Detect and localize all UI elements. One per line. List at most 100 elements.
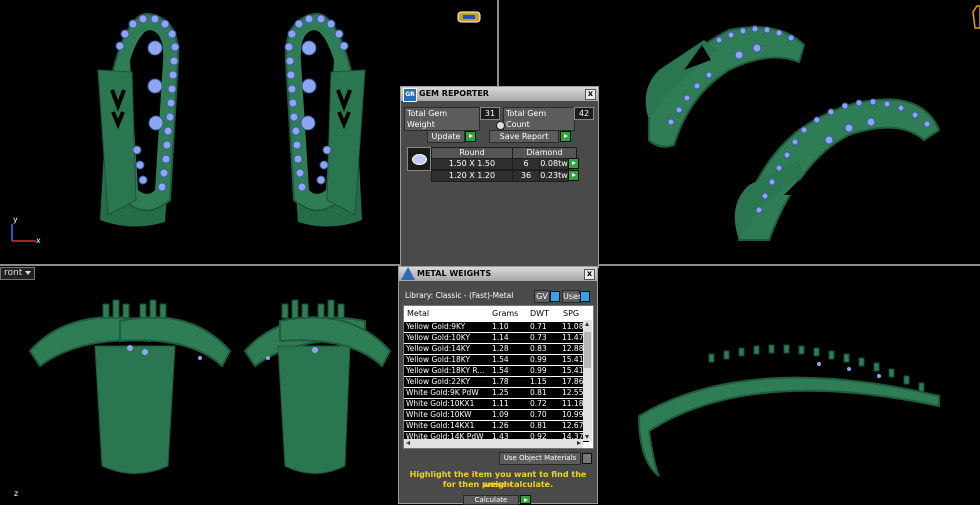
metal-spg: 17.86	[562, 377, 584, 386]
metal-column-header[interactable]: Metal	[407, 308, 429, 320]
axis-triad-icon	[11, 224, 36, 242]
metal-weights-title-bar[interactable]: METAL WEIGHTS x	[399, 267, 597, 281]
calculate-go-icon[interactable]	[520, 495, 531, 504]
gem-table: Round Diamond 1.50 X 1.50 6 0.08tw 1.20 …	[407, 147, 593, 187]
gem-row-2-size[interactable]: 1.20 X 1.20	[431, 170, 513, 182]
metal-spg: 11.18	[562, 399, 584, 408]
table-row[interactable]: Yellow Gold:18KY R... 1.54 0.99 15.41	[404, 366, 589, 376]
metal-spg: 12.67	[562, 421, 584, 430]
gem-reporter-icon: GR	[403, 88, 417, 102]
table-row[interactable]: Yellow Gold:18KY 1.54 0.99 15.41	[404, 355, 589, 365]
use-object-materials-icon[interactable]	[582, 453, 592, 464]
metal-dwt: 0.99	[530, 355, 547, 364]
metal-spg: 11.08	[562, 322, 584, 331]
table-row[interactable]: White Gold:10KX1 1.11 0.72 11.18	[404, 399, 589, 409]
table-row[interactable]: Yellow Gold:22KY 1.78 1.15 17.86	[404, 377, 589, 387]
metal-grams: 1.26	[492, 421, 509, 430]
metal-grams: 1.54	[492, 355, 509, 364]
total-gem-count-label: Total Gem Count	[503, 107, 575, 131]
metal-name: Yellow Gold:10KY	[406, 333, 471, 342]
gv-toggle-icon[interactable]	[550, 291, 560, 302]
gem-reporter-panel: GR GEM REPORTER x Total Gem Weight 31 To…	[400, 86, 599, 268]
metal-name: White Gold:10KW	[406, 410, 472, 419]
gem-reporter-title: GEM REPORTER	[419, 89, 489, 98]
scroll-thumb[interactable]	[584, 332, 591, 368]
metal-name: Yellow Gold:14KY	[406, 344, 471, 353]
metal-name: White Gold:9K PdW	[406, 388, 479, 397]
update-button[interactable]: Update	[427, 130, 465, 143]
axis-x-label: x	[36, 236, 41, 245]
view-cube-icon[interactable]	[457, 11, 481, 23]
calculate-button[interactable]: Calculate	[463, 495, 519, 505]
metal-dwt: 1.15	[530, 377, 547, 386]
gem-row-1-size[interactable]: 1.50 X 1.50	[431, 158, 513, 170]
instruction-line-2: for then press calculate.	[442, 480, 554, 489]
metal-dwt: 0.81	[530, 421, 547, 430]
metal-grams: 1.78	[492, 377, 509, 386]
metal-grams: 1.11	[492, 399, 509, 408]
table-row[interactable]: Yellow Gold:9KY 1.10 0.71 11.08	[404, 322, 589, 332]
gem-preview-icon	[407, 147, 431, 171]
user-button[interactable]: User	[562, 290, 581, 303]
metal-spg: 15.41	[562, 355, 584, 364]
metal-dwt: 0.73	[530, 333, 547, 342]
metal-grams: 1.25	[492, 388, 509, 397]
user-toggle-icon[interactable]	[580, 291, 590, 302]
total-gem-count-value: 42	[574, 107, 594, 120]
viewport-view-selector[interactable]: ront	[0, 267, 36, 280]
collapse-toggle-icon[interactable]	[496, 121, 505, 130]
update-go-icon[interactable]	[465, 131, 476, 142]
metal-weights-title: METAL WEIGHTS	[417, 269, 492, 278]
spg-column-header[interactable]: SPG	[563, 308, 579, 320]
table-vertical-scrollbar[interactable]	[583, 320, 592, 441]
metal-spg: 12.88	[562, 344, 584, 353]
save-report-go-icon[interactable]	[560, 131, 571, 142]
ring-lower-angle	[734, 98, 941, 241]
metal-grams: 1.28	[492, 344, 509, 353]
metal-weights-icon	[401, 267, 415, 280]
metal-spg: 15.41	[562, 366, 584, 375]
axis-z-label: z	[14, 489, 19, 498]
metal-dwt: 0.83	[530, 344, 547, 353]
gem-reporter-close-button[interactable]: x	[585, 89, 596, 100]
metal-weights-close-button[interactable]: x	[584, 269, 595, 280]
gem-reporter-title-bar[interactable]: GR GEM REPORTER x	[401, 87, 598, 102]
metal-name: Yellow Gold:18KY R...	[406, 366, 485, 375]
axis-y-label: y	[13, 215, 18, 224]
metal-name: White Gold:10KX1	[406, 399, 475, 408]
metal-name: Yellow Gold:9KY	[406, 322, 466, 331]
metal-dwt: 0.81	[530, 388, 547, 397]
view-cube-icon[interactable]	[972, 5, 980, 29]
scroll-down-icon[interactable]	[585, 435, 589, 439]
use-object-materials-button[interactable]: Use Object Materials	[499, 452, 581, 465]
ring-side-right	[243, 299, 392, 474]
metal-grams: 1.54	[492, 366, 509, 375]
gem-row-2-count[interactable]: 36	[512, 170, 540, 182]
total-gem-weight-value: 31	[480, 107, 500, 120]
ring-left	[97, 12, 180, 227]
metal-grams: 1.10	[492, 322, 509, 331]
ring-right	[284, 12, 366, 227]
gem-row-1-go-icon[interactable]	[568, 158, 579, 169]
grams-column-header[interactable]: Grams	[492, 308, 518, 320]
table-row[interactable]: Yellow Gold:14KY 1.28 0.83 12.88	[404, 344, 589, 354]
gv-button[interactable]: GV	[534, 290, 550, 303]
gem-row-2-weight[interactable]: 0.23tw	[539, 170, 569, 182]
metal-grams: 1.09	[492, 410, 509, 419]
ring-upper-angle	[645, 25, 806, 148]
gem-row-1-count[interactable]: 6	[512, 158, 540, 170]
scroll-left-icon[interactable]	[406, 441, 410, 445]
table-row[interactable]: White Gold:10KW 1.09 0.70 10.99	[404, 410, 589, 420]
table-horizontal-scrollbar[interactable]	[404, 439, 583, 448]
dwt-column-header[interactable]: DWT	[530, 308, 549, 320]
table-row[interactable]: Yellow Gold:10KY 1.14 0.73 11.47	[404, 333, 589, 343]
scroll-right-icon[interactable]	[577, 441, 581, 445]
total-gem-weight-label: Total Gem Weight	[404, 107, 480, 131]
scroll-up-icon[interactable]	[585, 322, 589, 326]
table-row[interactable]: White Gold:14KX1 1.26 0.81 12.67	[404, 421, 589, 431]
gem-row-1-weight[interactable]: 0.08tw	[539, 158, 569, 170]
save-report-button[interactable]: Save Report	[489, 130, 559, 143]
ring-top-profile	[637, 344, 940, 477]
table-row[interactable]: White Gold:9K PdW 1.25 0.81 12.55	[404, 388, 589, 398]
gem-row-2-go-icon[interactable]	[568, 170, 579, 181]
